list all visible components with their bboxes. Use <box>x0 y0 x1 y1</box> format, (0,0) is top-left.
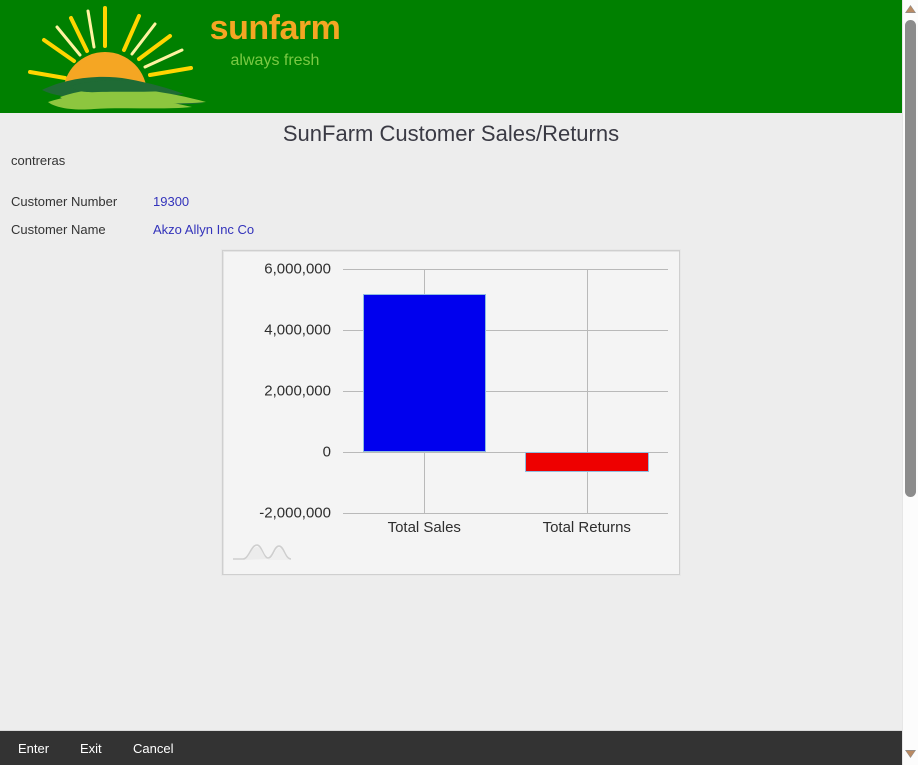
cancel-button[interactable]: Cancel <box>129 731 177 765</box>
y-axis-tick-label: 4,000,000 <box>222 322 331 339</box>
y-axis-tick-label: 6,000,000 <box>222 261 331 278</box>
site-banner: sunfarm always fresh <box>0 0 902 113</box>
x-axis-tick-label: Total Sales <box>343 519 506 536</box>
scroll-down-arrow-icon[interactable] <box>903 747 918 763</box>
application-window: sunfarm always fresh SunFarm Customer Sa… <box>0 0 918 765</box>
y-axis-tick-label: 2,000,000 <box>222 383 331 400</box>
customer-name-label: Customer Name <box>11 222 153 237</box>
exit-button[interactable]: Exit <box>76 731 106 765</box>
scroll-up-arrow-icon[interactable] <box>903 2 918 18</box>
gridline-vertical <box>587 269 588 513</box>
customer-name-value[interactable]: Akzo Allyn Inc Co <box>153 222 254 237</box>
customer-number-label: Customer Number <box>11 194 153 209</box>
enter-button[interactable]: Enter <box>14 731 53 765</box>
page-viewport: sunfarm always fresh SunFarm Customer Sa… <box>0 0 902 765</box>
x-axis-tick-label: Total Returns <box>506 519 669 536</box>
customer-number-value[interactable]: 19300 <box>153 194 189 209</box>
chart-bar-total-returns[interactable] <box>525 452 649 472</box>
gridline-horizontal <box>343 513 668 514</box>
y-axis-tick-label: 0 <box>222 444 331 461</box>
gridline-horizontal <box>343 269 668 270</box>
brand-name: sunfarm <box>160 8 390 48</box>
page-title: SunFarm Customer Sales/Returns <box>0 121 902 147</box>
chart-curve-watermark-icon <box>231 539 293 565</box>
customer-name-row: Customer NameAkzo Allyn Inc Co <box>11 222 254 237</box>
vertical-scrollbar[interactable] <box>902 0 918 765</box>
customer-number-row: Customer Number19300 <box>11 194 189 209</box>
chart-plot-area: 6,000,000 4,000,000 2,000,000 0 -2,000,000 T… <box>223 251 679 574</box>
y-axis-tick-label: -2,000,000 <box>222 505 331 522</box>
brand-block: sunfarm always fresh <box>160 8 390 72</box>
scrollbar-thumb[interactable] <box>905 20 916 497</box>
brand-tagline: always fresh <box>160 50 390 72</box>
chart-bar-total-sales[interactable] <box>363 294 487 452</box>
bottom-toolbar: Enter Exit Cancel <box>0 730 902 765</box>
user-name-label: contreras <box>11 153 65 168</box>
sales-returns-chart-panel: 6,000,000 4,000,000 2,000,000 0 -2,000,000 T… <box>222 250 680 575</box>
